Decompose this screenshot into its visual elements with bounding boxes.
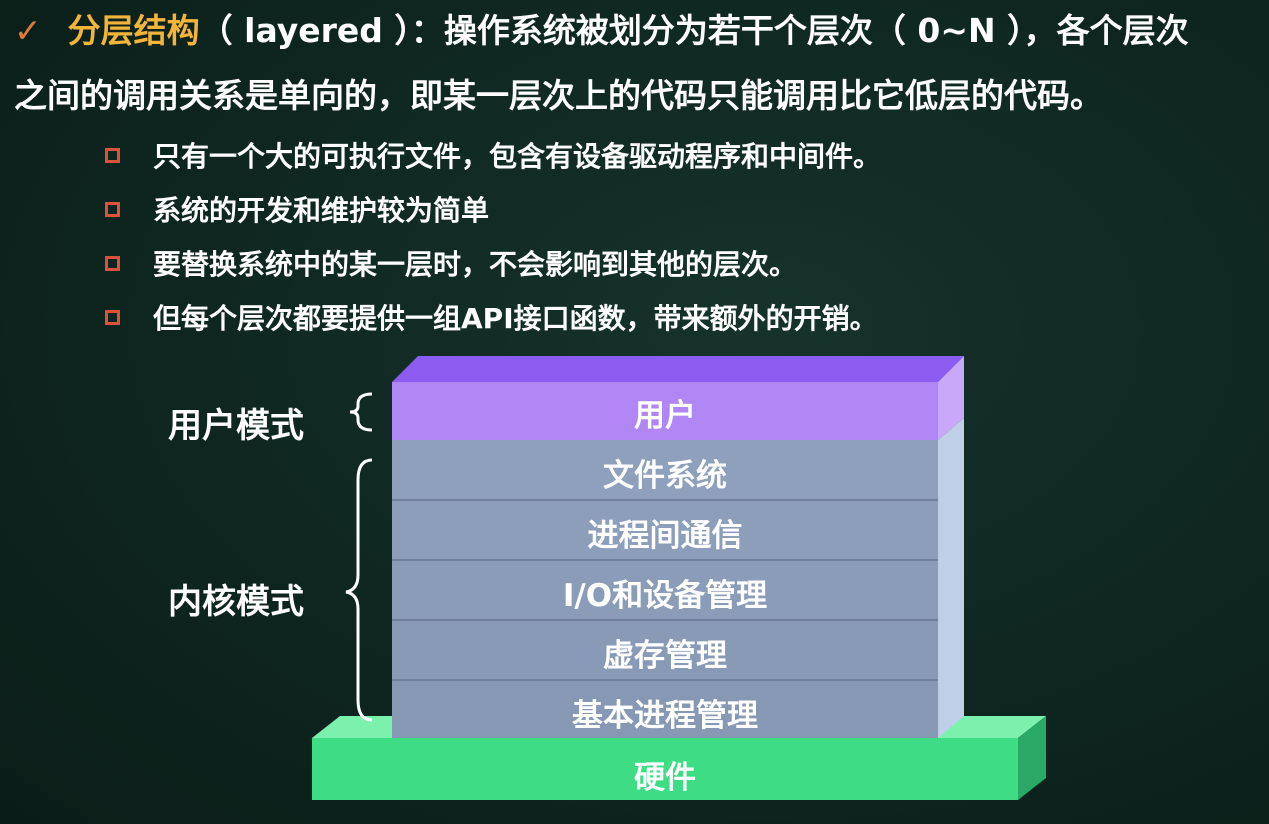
io-layer-label: I/O和设备管理 (562, 578, 768, 614)
stack-side-kernel (938, 418, 964, 738)
kernel-mode-label: 内核模式 (168, 582, 304, 622)
hardware-label: 硬件 (634, 760, 696, 796)
process-layer-label: 基本进程管理 (572, 698, 758, 734)
kernel-mode-brace (345, 458, 373, 722)
file-system-layer-label: 文件系统 (603, 458, 727, 494)
user-mode-brace (349, 392, 373, 432)
ipc-layer-label: 进程间通信 (587, 518, 743, 554)
stack-top-face (392, 356, 964, 382)
user-layer-label: 用户 (634, 398, 696, 434)
vm-layer-label: 虚存管理 (603, 638, 727, 674)
user-mode-label: 用户模式 (168, 406, 304, 446)
